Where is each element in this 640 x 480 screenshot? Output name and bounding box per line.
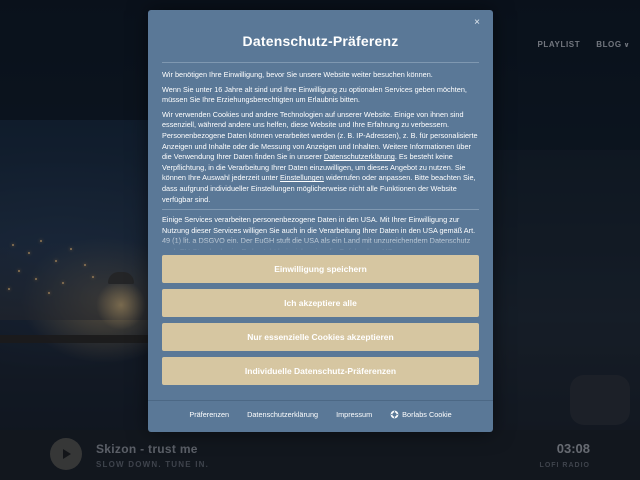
accept-essential-button[interactable]: Nur essenzielle Cookies akzeptieren bbox=[162, 323, 479, 351]
consent-text-scroll-area[interactable]: Wir benötigen Ihre Einwilligung, bevor S… bbox=[162, 70, 479, 250]
footer-link-preferences[interactable]: Präferenzen bbox=[189, 410, 229, 419]
footer-link-borlabs[interactable]: Borlabs Cookie bbox=[390, 410, 452, 419]
consent-paragraph-cookies: Wir verwenden Cookies und andere Technol… bbox=[162, 110, 479, 205]
footer-link-imprint[interactable]: Impressum bbox=[336, 410, 372, 419]
privacy-preference-dialog: × Datenschutz-Präferenz Wir benötigen Ih… bbox=[148, 10, 493, 432]
dialog-title: Datenschutz-Präferenz bbox=[242, 33, 399, 49]
consent-paragraph-age: Wenn Sie unter 16 Jahre alt sind und Ihr… bbox=[162, 84, 467, 105]
divider bbox=[162, 62, 479, 63]
settings-link[interactable]: Einstellungen bbox=[280, 173, 324, 182]
dialog-footer: Präferenzen Datenschutzerklärung Impress… bbox=[148, 410, 493, 419]
privacy-policy-link[interactable]: Datenschutzerklärung bbox=[324, 152, 395, 161]
borlabs-cookie-label: Borlabs Cookie bbox=[402, 410, 452, 419]
close-icon[interactable]: × bbox=[471, 17, 483, 29]
scroll-fade bbox=[162, 232, 479, 252]
individual-preferences-button[interactable]: Individuelle Datenschutz-Präferenzen bbox=[162, 357, 479, 385]
divider bbox=[148, 400, 493, 401]
divider bbox=[162, 209, 479, 211]
footer-link-privacy[interactable]: Datenschutzerklärung bbox=[247, 410, 318, 419]
save-consent-button[interactable]: Einwilligung speichern bbox=[162, 255, 479, 283]
consent-paragraph-intro: Wir benötigen Ihre Einwilligung, bevor S… bbox=[162, 70, 433, 79]
accept-all-button[interactable]: Ich akzeptiere alle bbox=[162, 289, 479, 317]
cookie-icon bbox=[390, 410, 399, 419]
